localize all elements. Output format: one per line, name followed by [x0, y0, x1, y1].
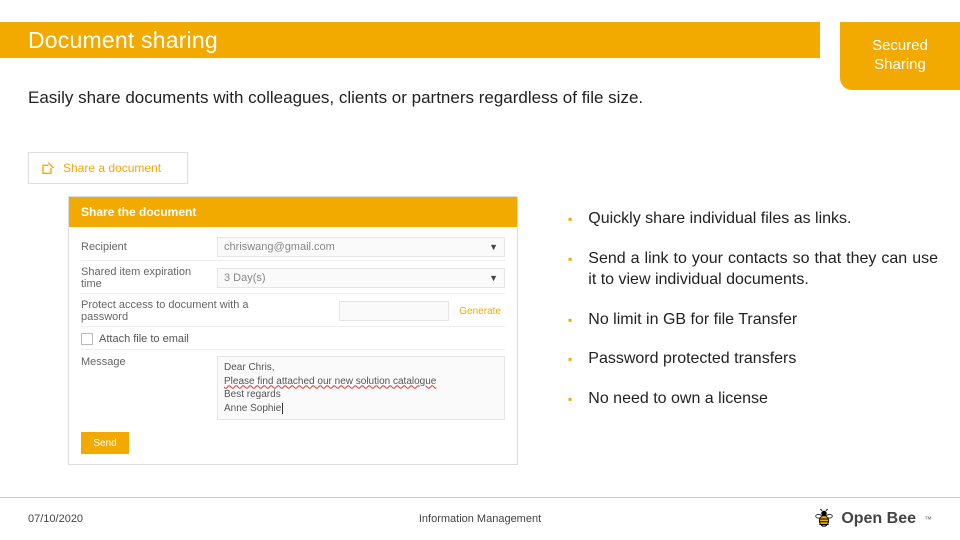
- feature-bullet: No limit in GB for file Transfer: [568, 309, 938, 331]
- badge-line1: Secured: [872, 37, 928, 56]
- generate-password-link[interactable]: Generate: [455, 306, 505, 317]
- title-bar: Document sharing: [0, 22, 820, 58]
- share-document-form: Share the document Recipient chriswang@g…: [68, 196, 518, 465]
- openbee-logo: Open Bee ™: [813, 508, 932, 530]
- password-input[interactable]: [339, 301, 449, 321]
- expiration-label: Shared item expiration time: [81, 266, 211, 290]
- attach-file-checkbox[interactable]: [81, 333, 93, 345]
- form-body: Recipient chriswang@gmail.com ▼ Shared i…: [69, 227, 517, 464]
- recipient-row: Recipient chriswang@gmail.com ▼: [81, 233, 505, 261]
- feature-bullet: Quickly share individual files as links.: [568, 208, 938, 230]
- recipient-label: Recipient: [81, 241, 211, 253]
- share-button-label: Share a document: [63, 161, 161, 175]
- send-button[interactable]: Send: [81, 432, 129, 454]
- form-header: Share the document: [69, 197, 517, 227]
- feature-bullet: No need to own a license: [568, 388, 938, 410]
- message-textarea[interactable]: Dear Chris, Please find attached our new…: [217, 356, 505, 420]
- bee-icon: [813, 508, 835, 530]
- expiration-select[interactable]: 3 Day(s) ▼: [217, 268, 505, 288]
- expiration-row: Shared item expiration time 3 Day(s) ▼: [81, 263, 505, 294]
- trademark-icon: ™: [924, 515, 932, 524]
- chevron-down-icon: ▼: [489, 242, 498, 252]
- slide-footer: 07/10/2020 Information Management Open B…: [0, 498, 960, 540]
- brand-name: Open Bee: [841, 510, 916, 528]
- feature-bullet: Password protected transfers: [568, 348, 938, 370]
- footer-date: 07/10/2020: [28, 513, 83, 525]
- message-line: Please find attached our new solution ca…: [224, 375, 498, 389]
- page-title: Document sharing: [28, 27, 218, 54]
- secured-sharing-badge: Secured Sharing: [840, 22, 960, 90]
- chevron-down-icon: ▼: [489, 273, 498, 283]
- feature-bullet: Send a link to your contacts so that the…: [568, 248, 938, 291]
- message-line: Best regards: [224, 388, 498, 402]
- recipient-select[interactable]: chriswang@gmail.com ▼: [217, 237, 505, 257]
- badge-line2: Sharing: [874, 56, 926, 75]
- expiration-value: 3 Day(s): [224, 272, 266, 284]
- share-document-button[interactable]: Share a document: [28, 152, 188, 184]
- attach-file-row: Attach file to email: [81, 329, 505, 350]
- share-arrow-icon: [39, 160, 55, 176]
- password-protect-label: Protect access to document with a passwo…: [81, 299, 333, 323]
- message-line: Dear Chris,: [224, 361, 498, 375]
- message-line: Anne Sophie: [224, 402, 498, 416]
- attach-file-label: Attach file to email: [99, 333, 189, 345]
- footer-center: Information Management: [419, 513, 541, 525]
- page-subtitle: Easily share documents with colleagues, …: [28, 88, 643, 108]
- message-row: Message Dear Chris, Please find attached…: [81, 352, 505, 424]
- feature-bullet-list: Quickly share individual files as links.…: [568, 208, 938, 428]
- password-protect-row: Protect access to document with a passwo…: [81, 296, 505, 327]
- recipient-value: chriswang@gmail.com: [224, 241, 335, 253]
- message-label: Message: [81, 356, 211, 420]
